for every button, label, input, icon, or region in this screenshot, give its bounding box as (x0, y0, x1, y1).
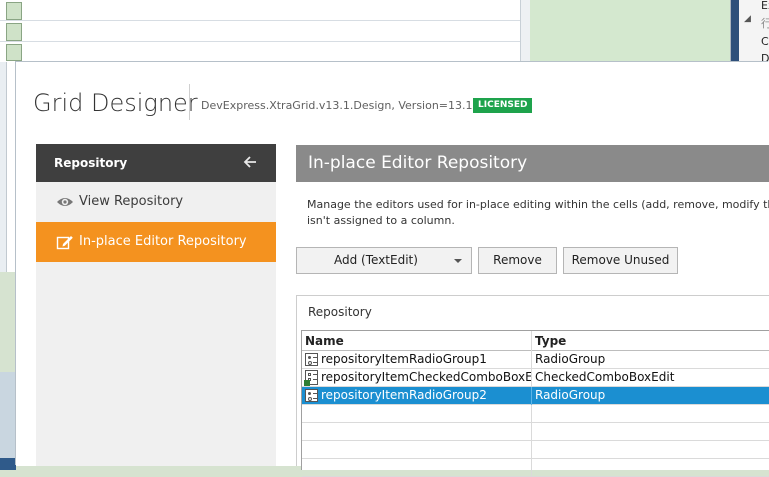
background-scrollbar[interactable] (520, 0, 530, 62)
radio-group-icon (305, 389, 318, 402)
nav-header: Repository (36, 144, 276, 182)
radio-group-icon (305, 353, 318, 366)
column-header-name[interactable]: Name (302, 331, 532, 351)
version-text: DevExpress.XtraGrid.v13.1.Design, Versio… (201, 99, 494, 112)
empty-row (302, 405, 769, 423)
edit-icon (56, 236, 73, 250)
eye-icon (57, 198, 73, 206)
nav-item-label: View Repository (79, 194, 184, 209)
grid-designer-dialog: Grid Designer DevExpress.XtraGrid.v13.1.… (16, 62, 769, 477)
background-panel (530, 0, 730, 62)
remove-button[interactable]: Remove (478, 247, 557, 274)
nav-item-view-repository[interactable]: View Repository (36, 182, 276, 222)
row-indicator (6, 23, 22, 41)
row-type: RadioGroup (535, 388, 606, 402)
row-indicator (6, 44, 22, 61)
nav-panel-fill (36, 262, 276, 466)
table-row[interactable]: repositoryItemCheckedComboBoxE... Checke… (302, 369, 769, 387)
collapse-triangle-icon[interactable]: ◢ (744, 14, 751, 24)
empty-row (302, 459, 769, 477)
nav-item-label: In-place Editor Repository (79, 234, 247, 249)
table-row[interactable]: repositoryItemRadioGroup1 RadioGroup (302, 351, 769, 369)
empty-row (302, 441, 769, 459)
grid-header-row: Name Type (302, 331, 769, 351)
licensed-badge: LICENSED (473, 98, 533, 113)
repository-group: Repository Name Type repositoryItemRadio… (296, 295, 769, 477)
row-type: RadioGroup (535, 352, 606, 366)
empty-row (302, 423, 769, 441)
column-header-type[interactable]: Type (532, 331, 769, 351)
description-text: Manage the editors used for in-place edi… (307, 198, 769, 227)
row-name: repositoryItemCheckedComboBoxE... (321, 370, 532, 384)
background-grid (0, 0, 531, 63)
table-row-selected[interactable]: repositoryItemRadioGroup2 RadioGroup (302, 387, 769, 405)
nav-item-inplace-editor-repository[interactable]: In-place Editor Repository (36, 222, 276, 262)
content-header: In-place Editor Repository (296, 145, 769, 182)
background-left-strip (0, 62, 17, 470)
checked-combo-icon (304, 370, 318, 386)
row-indicator (6, 2, 22, 20)
title-separator (189, 84, 190, 120)
dialog-title: Grid Designer (33, 89, 198, 117)
row-name: repositoryItemRadioGroup1 (321, 352, 487, 366)
remove-unused-button[interactable]: Remove Unused (563, 247, 678, 274)
content-title: In-place Editor Repository (308, 153, 528, 173)
back-arrow-icon[interactable] (242, 154, 258, 170)
dropdown-caret-icon[interactable] (454, 259, 462, 263)
add-editor-dropdown-button[interactable]: Add (TextEdit) (296, 247, 472, 274)
background-properties-panel: Ex ◢ 行 C D (730, 0, 769, 65)
nav-header-label: Repository (54, 156, 128, 170)
repository-caption: Repository (308, 305, 372, 319)
repository-grid[interactable]: Name Type repositoryItemRadioGroup1 Radi… (301, 330, 769, 477)
row-type: CheckedComboBoxEdit (535, 370, 675, 384)
row-name: repositoryItemRadioGroup2 (321, 388, 487, 402)
